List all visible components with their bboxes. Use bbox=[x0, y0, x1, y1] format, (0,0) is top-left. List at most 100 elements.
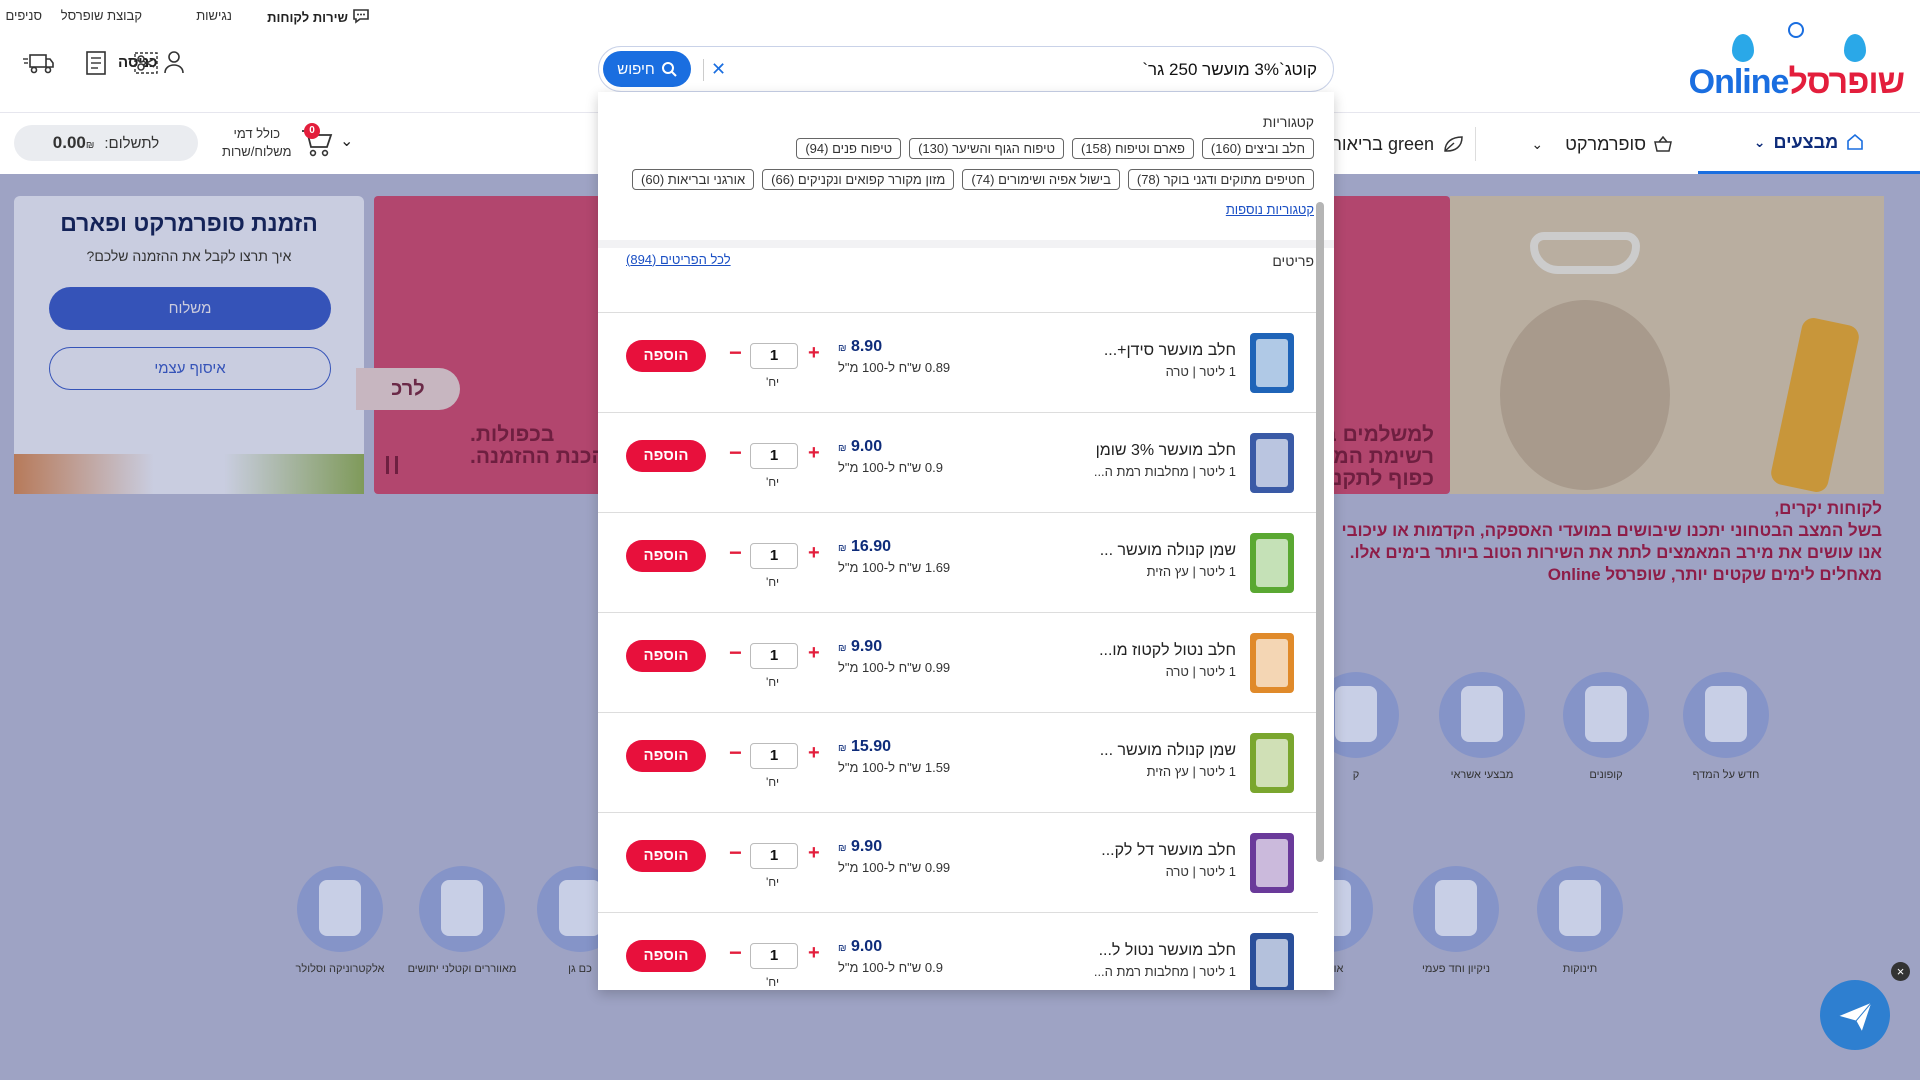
product-image[interactable] bbox=[1250, 633, 1294, 693]
add-to-cart-button[interactable]: הוספה bbox=[626, 440, 706, 472]
delivery-truck-icon[interactable] bbox=[23, 50, 54, 76]
search-icon bbox=[661, 62, 677, 77]
accessibility-link[interactable]: נגישות bbox=[196, 8, 232, 23]
notice-line4: מאחלים לימים שקטים יותר, שופרסל Online bbox=[1547, 565, 1882, 584]
decrease-quantity-button[interactable]: − bbox=[729, 540, 742, 566]
category-chip[interactable]: חלב וביצים (160) bbox=[1201, 138, 1314, 159]
category-chip[interactable]: בישול אפיה ושימורים (74) bbox=[962, 169, 1120, 190]
shufersal-online-logo[interactable]: שופרסלOnline bbox=[1689, 22, 1905, 110]
product-image[interactable] bbox=[1250, 333, 1294, 393]
decrease-quantity-button[interactable]: − bbox=[729, 840, 742, 866]
shufersal-group-link[interactable]: קבוצת שופרסל bbox=[61, 8, 142, 23]
increase-quantity-button[interactable]: + bbox=[808, 942, 820, 965]
category-image bbox=[1439, 672, 1525, 758]
notice-line1: לקוחות יקרים, bbox=[1774, 499, 1882, 518]
category-chip[interactable]: מזון מקורר קפואים ונקניקים (66) bbox=[762, 169, 955, 190]
category-tile[interactable]: מבצעי אשראי bbox=[1422, 672, 1542, 785]
all-items-link[interactable]: לכל הפריטים (894) bbox=[626, 252, 731, 267]
unit-label[interactable]: יח' bbox=[766, 775, 779, 789]
quantity-input[interactable]: 1 bbox=[750, 943, 798, 969]
nav-green-label: green בריאות bbox=[1329, 133, 1434, 154]
nav-promotions[interactable]: מבצעים ⌄ bbox=[1698, 113, 1920, 175]
decrease-quantity-button[interactable]: − bbox=[729, 940, 742, 966]
increase-quantity-button[interactable]: + bbox=[808, 442, 820, 465]
add-to-cart-button[interactable]: הוספה bbox=[626, 840, 706, 872]
quantity-input[interactable]: 1 bbox=[750, 443, 798, 469]
quantity-input[interactable]: 1 bbox=[750, 543, 798, 569]
decrease-quantity-button[interactable]: − bbox=[729, 340, 742, 366]
decrease-quantity-button[interactable]: − bbox=[729, 440, 742, 466]
category-tile[interactable]: מאווררים וקטלני יתושים bbox=[402, 866, 522, 979]
quantity-input[interactable]: 1 bbox=[750, 843, 798, 869]
category-tile[interactable]: חדש על המדף bbox=[1666, 672, 1786, 785]
scrollbar[interactable] bbox=[1316, 202, 1324, 862]
category-image bbox=[1537, 866, 1623, 952]
branches-link[interactable]: סניפים bbox=[5, 8, 42, 23]
more-categories-link[interactable]: קטגוריות נוספות bbox=[1226, 202, 1314, 217]
category-chip[interactable]: חטיפים מתוקים ודגני בוקר (78) bbox=[1127, 169, 1314, 190]
category-chip[interactable]: טיפוח הגוף והשיער (130) bbox=[909, 138, 1064, 159]
increase-quantity-button[interactable]: + bbox=[808, 342, 820, 365]
customer-service-link[interactable]: שירות לקוחות bbox=[267, 8, 370, 27]
category-chip[interactable]: פארם וטיפוח (158) bbox=[1071, 138, 1194, 159]
product-price: 9.90 ₪ bbox=[838, 838, 882, 856]
product-name[interactable]: חלב מועשר נטול ל... bbox=[1099, 942, 1236, 960]
delivery-button[interactable]: משלוח bbox=[49, 287, 331, 330]
quantity-input[interactable]: 1 bbox=[750, 343, 798, 369]
add-to-cart-button[interactable]: הוספה bbox=[626, 540, 706, 572]
product-name[interactable]: חלב מועשר סידן+... bbox=[1104, 342, 1236, 360]
unit-label[interactable]: יח' bbox=[766, 875, 779, 889]
clear-search-icon[interactable]: ✕ bbox=[711, 59, 726, 80]
unit-label[interactable]: יח' bbox=[766, 675, 779, 689]
add-to-cart-button[interactable]: הוספה bbox=[626, 940, 706, 972]
pause-icon[interactable] bbox=[386, 456, 398, 474]
category-chip[interactable]: אורגני ובריאות (60) bbox=[632, 169, 755, 190]
add-to-cart-button[interactable]: הוספה bbox=[626, 340, 706, 372]
category-tile[interactable]: אלקטרוניקה וסלולר bbox=[280, 866, 400, 979]
product-name[interactable]: חלב מועשר דל לק... bbox=[1101, 842, 1236, 860]
search-button[interactable]: חיפוש bbox=[603, 51, 691, 87]
unit-label[interactable]: יח' bbox=[766, 575, 779, 589]
increase-quantity-button[interactable]: + bbox=[808, 742, 820, 765]
product-name[interactable]: חלב נטול לקטוז מו... bbox=[1099, 642, 1236, 660]
category-tile[interactable]: תינוקות bbox=[1520, 866, 1640, 979]
search-input[interactable] bbox=[757, 57, 1317, 83]
product-image[interactable] bbox=[1250, 433, 1294, 493]
increase-quantity-button[interactable]: + bbox=[808, 842, 820, 865]
banner-right-line1: למשלמים ב bbox=[1323, 423, 1434, 446]
quantity-input[interactable]: 1 bbox=[750, 643, 798, 669]
nav-supermarket[interactable]: סופרמרקט ⌄ bbox=[1531, 113, 1672, 175]
cart-total[interactable]: לתשלום: 0.00₪ bbox=[14, 125, 198, 161]
add-to-cart-button[interactable]: הוספה bbox=[626, 740, 706, 772]
add-to-cart-button[interactable]: הוספה bbox=[626, 640, 706, 672]
category-tile[interactable]: קופונים bbox=[1546, 672, 1666, 785]
product-image[interactable] bbox=[1250, 533, 1294, 593]
product-image[interactable] bbox=[1250, 833, 1294, 893]
product-name[interactable]: שמן קנולה מועשר ... bbox=[1100, 542, 1236, 560]
unit-label[interactable]: יח' bbox=[766, 475, 779, 489]
unit-label[interactable]: יח' bbox=[766, 375, 779, 389]
quantity-input[interactable]: 1 bbox=[750, 743, 798, 769]
nav-green-health[interactable]: green בריאות bbox=[1329, 113, 1464, 175]
banner-cta-pill[interactable]: לרכ bbox=[356, 368, 460, 410]
increase-quantity-button[interactable]: + bbox=[808, 642, 820, 665]
basket-icon bbox=[1654, 136, 1672, 152]
price-value: 9.00 bbox=[850, 938, 883, 955]
product-image[interactable] bbox=[1250, 733, 1294, 793]
close-chat-icon[interactable]: × bbox=[1891, 962, 1910, 981]
category-chip[interactable]: טיפוח פנים (94) bbox=[796, 138, 902, 159]
chevron-down-icon[interactable]: ⌄ bbox=[340, 131, 353, 151]
order-list-icon[interactable] bbox=[82, 50, 110, 76]
unit-label[interactable]: יח' bbox=[766, 975, 779, 989]
coupon-scissors-icon[interactable] bbox=[132, 50, 160, 76]
decrease-quantity-button[interactable]: − bbox=[729, 640, 742, 666]
price-value: 8.90 bbox=[850, 338, 883, 355]
chat-button[interactable] bbox=[1820, 980, 1890, 1050]
product-image[interactable] bbox=[1250, 933, 1294, 990]
pickup-button[interactable]: איסוף עצמי bbox=[49, 347, 331, 390]
decrease-quantity-button[interactable]: − bbox=[729, 740, 742, 766]
category-tile[interactable]: ניקיון וחד פעמי bbox=[1396, 866, 1516, 979]
increase-quantity-button[interactable]: + bbox=[808, 542, 820, 565]
product-name[interactable]: שמן קנולה מועשר ... bbox=[1100, 742, 1236, 760]
product-name[interactable]: חלב מועשר 3% שומן bbox=[1096, 442, 1236, 460]
